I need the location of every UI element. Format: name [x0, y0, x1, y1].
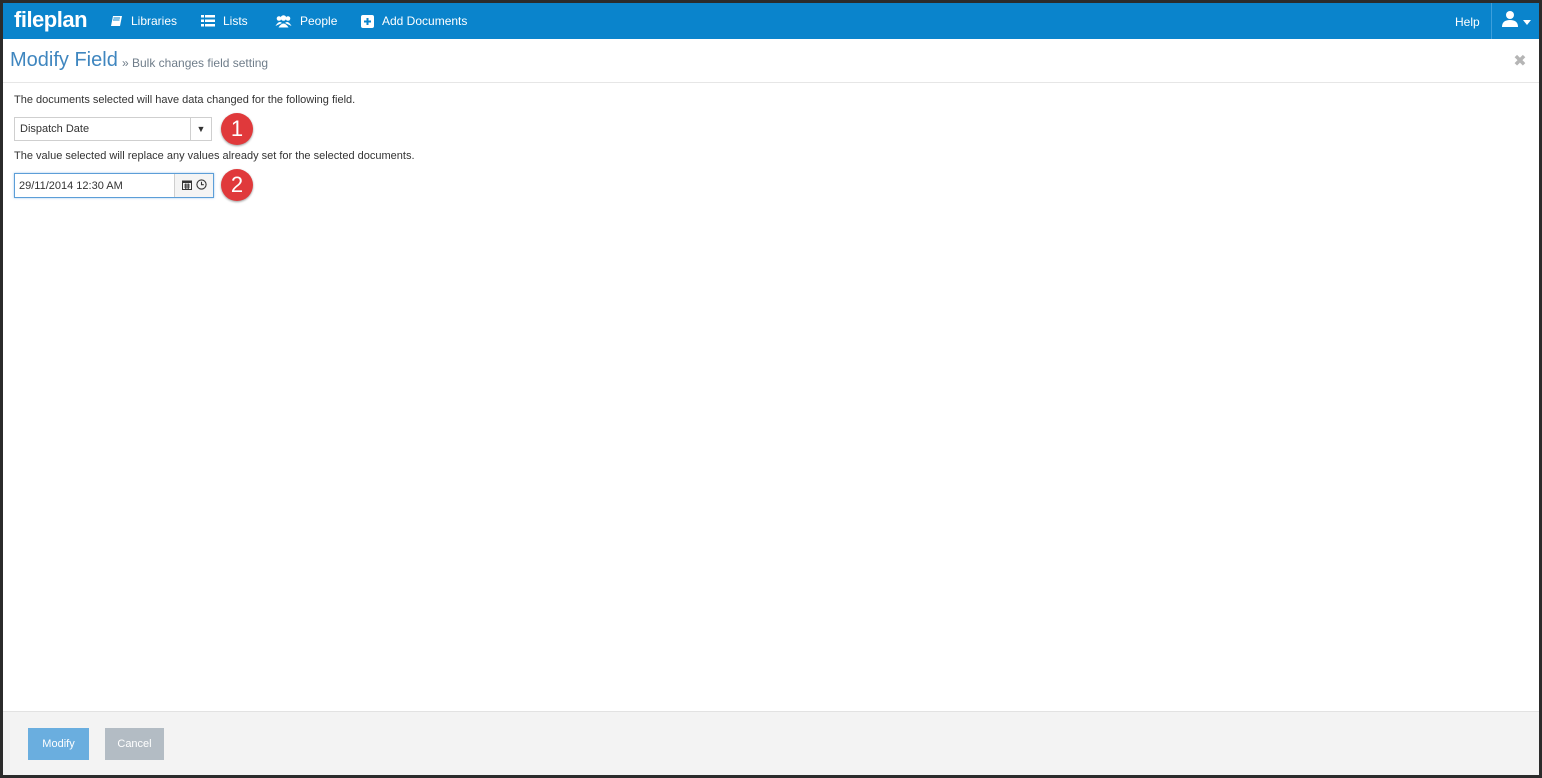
app-window: fileplan Libraries Lists People Add Docu…: [3, 3, 1539, 775]
nav-libraries-label: Libraries: [131, 14, 178, 28]
page-title: Modify Field: [10, 49, 118, 71]
nav-lists[interactable]: Lists: [201, 3, 248, 39]
date-time-input[interactable]: 29/11/2014 12:30 AM: [14, 173, 214, 198]
caret-down-icon: [1523, 12, 1531, 30]
cancel-button[interactable]: Cancel: [105, 728, 164, 760]
close-icon[interactable]: ✖: [1513, 54, 1527, 70]
fileplan-logo[interactable]: fileplan: [14, 7, 88, 33]
footer-bar: Modify Cancel: [3, 711, 1539, 775]
plus-square-icon: [360, 14, 374, 28]
dropdown-arrow-icon[interactable]: ▼: [190, 118, 211, 140]
date-time-value: 29/11/2014 12:30 AM: [19, 180, 123, 192]
book-icon: [109, 14, 123, 28]
list-icon: [201, 14, 215, 28]
nav-add-documents-label: Add Documents: [382, 14, 468, 28]
top-navbar: fileplan Libraries Lists People Add Docu…: [3, 3, 1539, 39]
nav-help[interactable]: Help: [1455, 3, 1480, 39]
nav-people-label: People: [300, 14, 338, 28]
replace-note-text: The value selected will replace any valu…: [14, 150, 415, 162]
user-icon: [1501, 10, 1519, 33]
callout-marker-2: 2: [221, 169, 253, 201]
page-header: Modify Field » Bulk changes field settin…: [3, 41, 1539, 83]
nav-add-documents[interactable]: Add Documents: [360, 3, 467, 39]
field-select-value: Dispatch Date: [20, 123, 90, 135]
nav-lists-label: Lists: [223, 14, 248, 28]
field-select[interactable]: Dispatch Date ▼: [14, 117, 212, 141]
user-menu[interactable]: [1491, 3, 1539, 39]
people-icon: [274, 14, 292, 28]
nav-people[interactable]: People: [274, 3, 337, 39]
modify-button[interactable]: Modify: [28, 728, 89, 760]
calendar-icon[interactable]: [181, 177, 192, 195]
callout-marker-1: 1: [221, 113, 253, 145]
clock-icon[interactable]: [195, 177, 207, 195]
breadcrumb: » Bulk changes field setting: [122, 56, 269, 70]
intro-text: The documents selected will have data ch…: [14, 94, 356, 106]
date-picker-buttons: [174, 174, 213, 197]
nav-libraries[interactable]: Libraries: [109, 3, 177, 39]
